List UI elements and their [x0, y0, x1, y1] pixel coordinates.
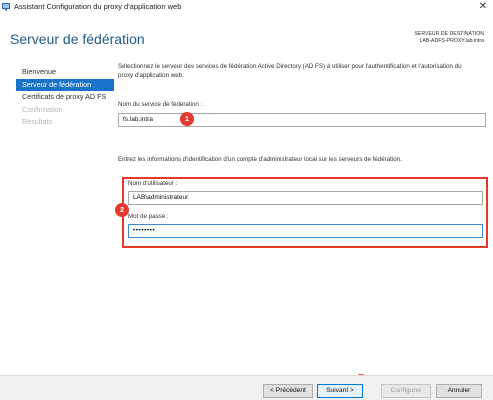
wizard-nav: Bienvenue Serveur de fédération Certific…: [16, 66, 114, 129]
page-title: Serveur de fédération: [10, 31, 145, 47]
service-name-input[interactable]: fs.lab.intra: [118, 113, 486, 127]
destination-label: SERVEUR DE DESTINATION: [414, 31, 484, 37]
password-label: Mot de passe :: [128, 213, 169, 220]
next-button[interactable]: Suivant >: [317, 384, 363, 398]
credentials-info: Entrez les informations d'identification…: [118, 156, 402, 163]
destination-server: SERVEUR DE DESTINATION LAB-ADFS-PROXY.la…: [414, 31, 484, 45]
callout-1: 1: [180, 112, 194, 126]
description-text: Sélectionnez le serveur des services de …: [118, 63, 462, 79]
password-input[interactable]: ••••••••: [128, 224, 483, 238]
title-bar: Assistant Configuration du proxy d'appli…: [0, 0, 493, 14]
window-title: Assistant Configuration du proxy d'appli…: [14, 2, 182, 11]
nav-item-certificats[interactable]: Certificats de proxy AD FS: [16, 91, 114, 104]
cancel-button[interactable]: Annuler: [436, 384, 482, 398]
service-name-label: Nom du service de fédération :: [118, 101, 203, 108]
username-input[interactable]: LAB\administrateur: [128, 191, 483, 205]
wizard-header: Serveur de fédération SERVEUR DE DESTINA…: [0, 14, 493, 55]
wizard-footer: < Précédent Suivant > Configurer Annuler: [0, 375, 493, 400]
callout-2: 2: [115, 203, 129, 217]
app-icon: [2, 2, 11, 11]
close-icon[interactable]: ✕: [479, 0, 487, 13]
previous-button[interactable]: < Précédent: [263, 384, 313, 398]
destination-value: LAB-ADFS-PROXY.lab.intra: [419, 38, 484, 44]
nav-item-confirmation: Confirmation: [22, 104, 63, 114]
nav-item-bienvenue[interactable]: Bienvenue: [16, 66, 114, 79]
nav-item-serveur-federation[interactable]: Serveur de fédération: [16, 78, 114, 91]
username-label: Nom d'utilisateur :: [128, 180, 178, 187]
nav-item-resultats: Résultats: [22, 117, 52, 126]
configure-button: Configurer: [381, 384, 431, 398]
